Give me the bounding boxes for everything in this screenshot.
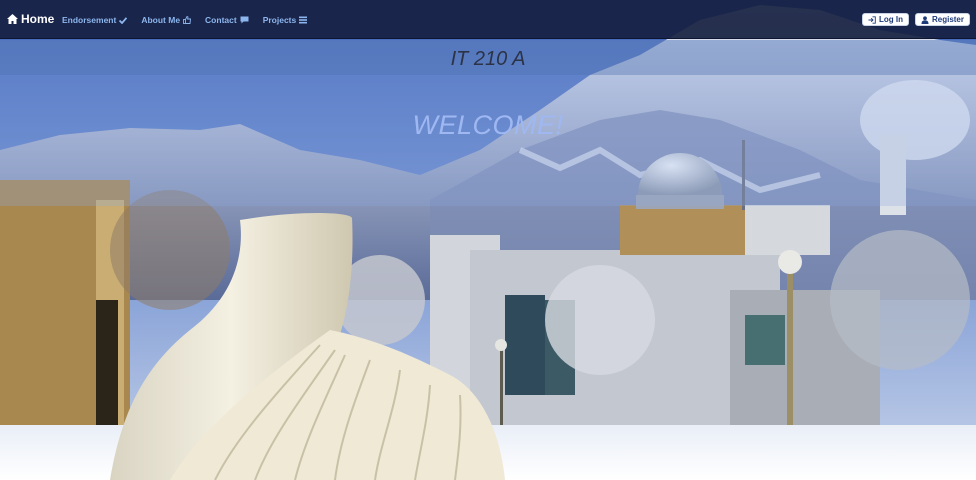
list-icon xyxy=(299,16,308,24)
login-button-label: Log In xyxy=(878,15,903,24)
login-icon xyxy=(868,15,876,24)
nav-link-label: Projects xyxy=(262,15,297,25)
nav-link-contact[interactable]: Contact xyxy=(205,15,249,25)
nav-link-label: Contact xyxy=(205,15,237,25)
comment-icon xyxy=(240,16,249,24)
register-button-label: Register xyxy=(931,15,964,24)
navbar: Home Endorsement About Me Contact Projec… xyxy=(0,0,976,39)
nav-link-label: About Me xyxy=(141,15,181,25)
nav-links: Endorsement About Me Contact Projects xyxy=(62,15,321,25)
nav-link-label: Endorsement xyxy=(62,15,117,25)
hero-banner: WELCOME! xyxy=(0,75,976,206)
nav-link-endorsement[interactable]: Endorsement xyxy=(62,15,128,25)
user-icon xyxy=(921,15,929,24)
auth-buttons: Log In Register xyxy=(861,13,970,26)
thumbs-up-icon xyxy=(183,16,192,24)
login-button[interactable]: Log In xyxy=(861,13,909,26)
welcome-heading: WELCOME! xyxy=(412,110,564,140)
title-band: IT 210 A xyxy=(0,40,976,75)
nav-link-about-me[interactable]: About Me xyxy=(141,15,192,25)
register-button[interactable]: Register xyxy=(914,13,970,26)
home-link-label: Home xyxy=(21,12,55,26)
nav-link-projects[interactable]: Projects xyxy=(263,15,308,25)
home-icon xyxy=(7,14,18,24)
check-icon xyxy=(119,16,128,24)
home-link[interactable]: Home xyxy=(7,12,54,26)
page-title: IT 210 A xyxy=(450,48,526,70)
